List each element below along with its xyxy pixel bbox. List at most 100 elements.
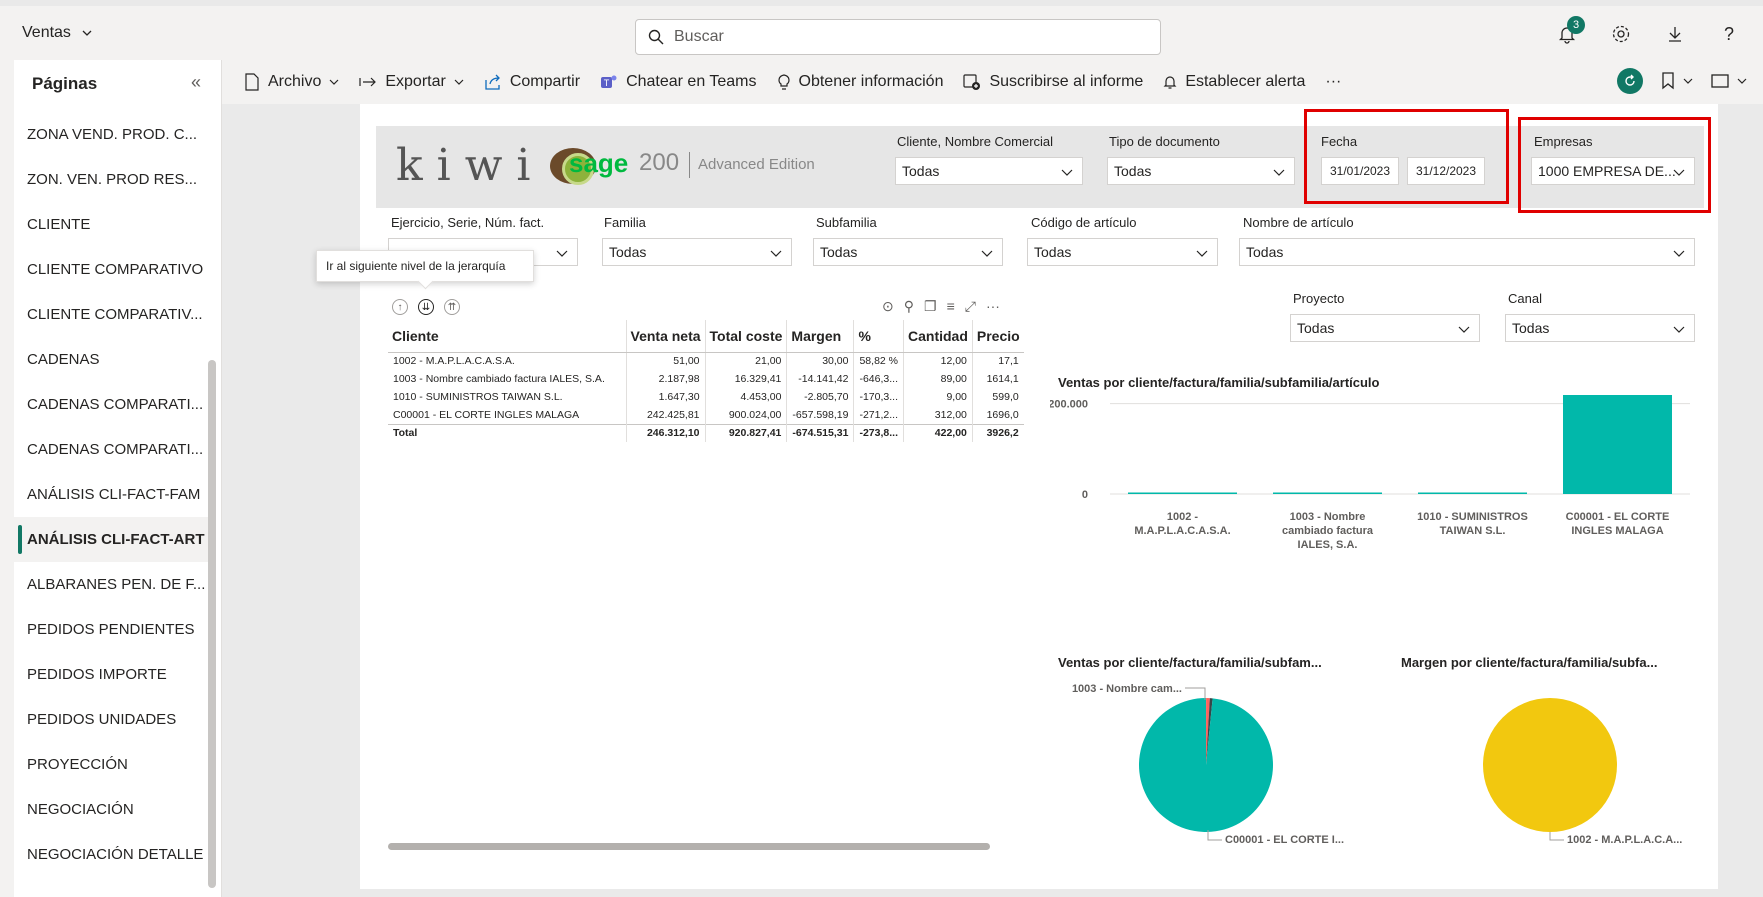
slicer-subfamilia-dropdown[interactable]: Todas — [813, 238, 1003, 266]
filter-icon[interactable]: ≡ — [947, 298, 955, 315]
pie-slice[interactable] — [1139, 698, 1273, 832]
get-insights-button[interactable]: Obtener información — [767, 60, 954, 104]
drill-down-next-level-icon[interactable]: ⇊ — [418, 299, 434, 315]
total-cell: 920.827,41 — [704, 423, 787, 442]
bar[interactable] — [1273, 492, 1382, 495]
search-input[interactable]: Buscar — [635, 19, 1161, 55]
column-header[interactable]: Total coste — [704, 320, 787, 353]
drill-tooltip: Ir al siguiente nivel de la jerarquía — [316, 250, 534, 282]
pie-data-label: 1003 - Nombre cam... — [1072, 683, 1182, 695]
sidebar-page-item[interactable]: ALBARANES PEN. DE F... — [14, 562, 208, 607]
sidebar-page-label: ZONA VEND. PROD. C... — [27, 126, 198, 143]
copy-icon[interactable]: ❐ — [924, 298, 937, 315]
y-tick-label: 200.000 — [1050, 399, 1088, 411]
teams-chat-button[interactable]: T Chatear en Teams — [590, 60, 766, 104]
expand-all-icon[interactable]: ⇈ — [444, 299, 460, 315]
slicer-cliente-dropdown[interactable]: Todas — [895, 157, 1083, 185]
teams-chat-label: Chatear en Teams — [626, 73, 757, 90]
notification-badge: 3 — [1567, 16, 1585, 34]
chevron-down-icon — [1737, 78, 1747, 84]
pie-slice[interactable] — [1483, 698, 1617, 832]
pie-data-label: 1002 - M.A.P.L.A.C.A... — [1567, 834, 1682, 846]
x-tick-label: 1010 - SUMINISTROS — [1417, 511, 1528, 523]
bookmark-button[interactable] — [1661, 72, 1693, 90]
matrix-horizontal-scrollbar[interactable] — [388, 843, 990, 850]
sidebar-page-label: ZON. VEN. PROD RES... — [27, 171, 198, 188]
table-row[interactable]: C00001 - EL CORTE INGLES MALAGA 242.425,8… — [388, 406, 1024, 424]
slicer-canal-dropdown[interactable]: Todas — [1505, 314, 1695, 342]
pages-list: ZONA VEND. PROD. C... ZON. VEN. PROD RES.… — [14, 112, 208, 877]
pages-scrollbar[interactable] — [208, 360, 216, 888]
file-menu-button[interactable]: Archivo — [234, 60, 349, 104]
slicer-nombre-dropdown[interactable]: Todas — [1239, 238, 1695, 266]
drill-up-icon[interactable]: ↑ — [392, 299, 408, 315]
slicer-proyecto-dropdown[interactable]: Todas — [1290, 314, 1480, 342]
column-header[interactable]: Venta neta — [625, 320, 706, 353]
download-button[interactable] — [1663, 22, 1687, 46]
column-header[interactable]: Margen — [786, 320, 854, 353]
help-button[interactable]: ? — [1717, 22, 1741, 46]
bar[interactable] — [1418, 492, 1527, 495]
slicer-label-proyecto: Proyecto — [1293, 291, 1345, 306]
sidebar-page-item[interactable]: CLIENTE COMPARATIVO — [14, 247, 208, 292]
drill-tooltip-text: Ir al siguiente nivel de la jerarquía — [326, 259, 506, 273]
table-row[interactable]: 1010 - SUMINISTROS TAIWAN S.L. 1.647,30 4.… — [388, 388, 1024, 406]
sidebar-page-item[interactable]: CADENAS COMPARATI... — [14, 382, 208, 427]
sidebar-page-item[interactable]: NEGOCIACIÓN DETALLE — [14, 832, 208, 877]
sidebar-page-item[interactable]: CADENAS COMPARATI... — [14, 427, 208, 472]
bar[interactable] — [1128, 492, 1237, 495]
sidebar-page-label: CADENAS — [27, 351, 100, 368]
focus-mode-icon[interactable]: ⤢ — [965, 298, 976, 315]
sidebar-page-item[interactable]: ANÁLISIS CLI-FACT-FAM — [14, 472, 208, 517]
view-button[interactable] — [1711, 74, 1747, 88]
download-circle-icon[interactable]: ⊙ — [882, 298, 894, 315]
table-cell: 900.024,00 — [704, 406, 787, 424]
share-button[interactable]: Compartir — [474, 60, 590, 104]
bar[interactable] — [1563, 395, 1672, 494]
sidebar-page-item[interactable]: ZON. VEN. PROD RES... — [14, 157, 208, 202]
reset-button[interactable] — [1617, 68, 1643, 94]
subscribe-button[interactable]: Suscribirse al informe — [953, 60, 1153, 104]
workspace-selector[interactable]: Ventas — [22, 24, 93, 42]
export-menu-button[interactable]: Exportar — [349, 60, 473, 104]
column-header[interactable]: Precio — [971, 320, 1024, 353]
sidebar-page-item[interactable]: PEDIDOS IMPORTE — [14, 652, 208, 697]
logo-divider — [689, 152, 690, 178]
document-icon — [245, 73, 259, 91]
table-row[interactable]: 1003 - Nombre cambiado factura IALES, S.… — [388, 370, 1024, 388]
column-header[interactable]: % — [853, 320, 904, 353]
bar-chart: 0 200.000 1002 - M.A.P.L.A.C.A.S.A. 1003 - N… — [1050, 395, 1690, 551]
sidebar-page-item[interactable]: CLIENTE — [14, 202, 208, 247]
notifications-button[interactable]: 3 — [1555, 16, 1585, 46]
sidebar-page-label: CADENAS COMPARATI... — [27, 396, 204, 413]
sidebar-page-item[interactable]: PEDIDOS PENDIENTES — [14, 607, 208, 652]
sidebar-page-label: PEDIDOS UNIDADES — [27, 711, 177, 728]
collapse-pane-button[interactable]: « — [191, 72, 201, 93]
column-header[interactable]: Cantidad — [903, 320, 973, 353]
slicer-label-canal: Canal — [1508, 291, 1542, 306]
slicer-familia-dropdown[interactable]: Todas — [602, 238, 792, 266]
set-alert-button[interactable]: Establecer alerta — [1153, 60, 1315, 104]
sidebar-page-item[interactable]: PROYECCIÓN — [14, 742, 208, 787]
chevron-down-icon — [1673, 326, 1685, 333]
chevron-down-icon — [1196, 250, 1208, 257]
sidebar-page-item[interactable]: NEGOCIACIÓN — [14, 787, 208, 832]
more-options-icon[interactable]: ··· — [986, 298, 1000, 315]
sidebar-page-item[interactable]: ANÁLISIS CLI-FACT-ART — [14, 517, 208, 562]
sidebar-page-item[interactable]: ZONA VEND. PROD. C... — [14, 112, 208, 157]
sidebar-page-item[interactable]: PEDIDOS UNIDADES — [14, 697, 208, 742]
table-cell: 1010 - SUMINISTROS TAIWAN S.L. — [393, 391, 563, 403]
slicer-tipo-doc-dropdown[interactable]: Todas — [1107, 157, 1295, 185]
subscribe-label: Suscribirse al informe — [989, 73, 1144, 90]
pin-icon[interactable]: ⚲ — [904, 298, 914, 315]
slicer-codigo-dropdown[interactable]: Todas — [1027, 238, 1218, 266]
slicer-label-subfamilia: Subfamilia — [816, 215, 877, 230]
column-header[interactable]: Cliente — [388, 320, 626, 353]
sidebar-page-item[interactable]: CLIENTE COMPARATIV... — [14, 292, 208, 337]
x-tick-label: 1003 - Nombre — [1290, 511, 1366, 523]
refresh-icon — [1625, 74, 1635, 86]
settings-button[interactable] — [1609, 22, 1633, 46]
table-row[interactable]: 1002 - M.A.P.L.A.C.A.S.A. 51,00 21,00 30,00… — [388, 352, 1024, 370]
more-options-button[interactable]: ··· — [1315, 60, 1351, 104]
sidebar-page-item[interactable]: CADENAS — [14, 337, 208, 382]
